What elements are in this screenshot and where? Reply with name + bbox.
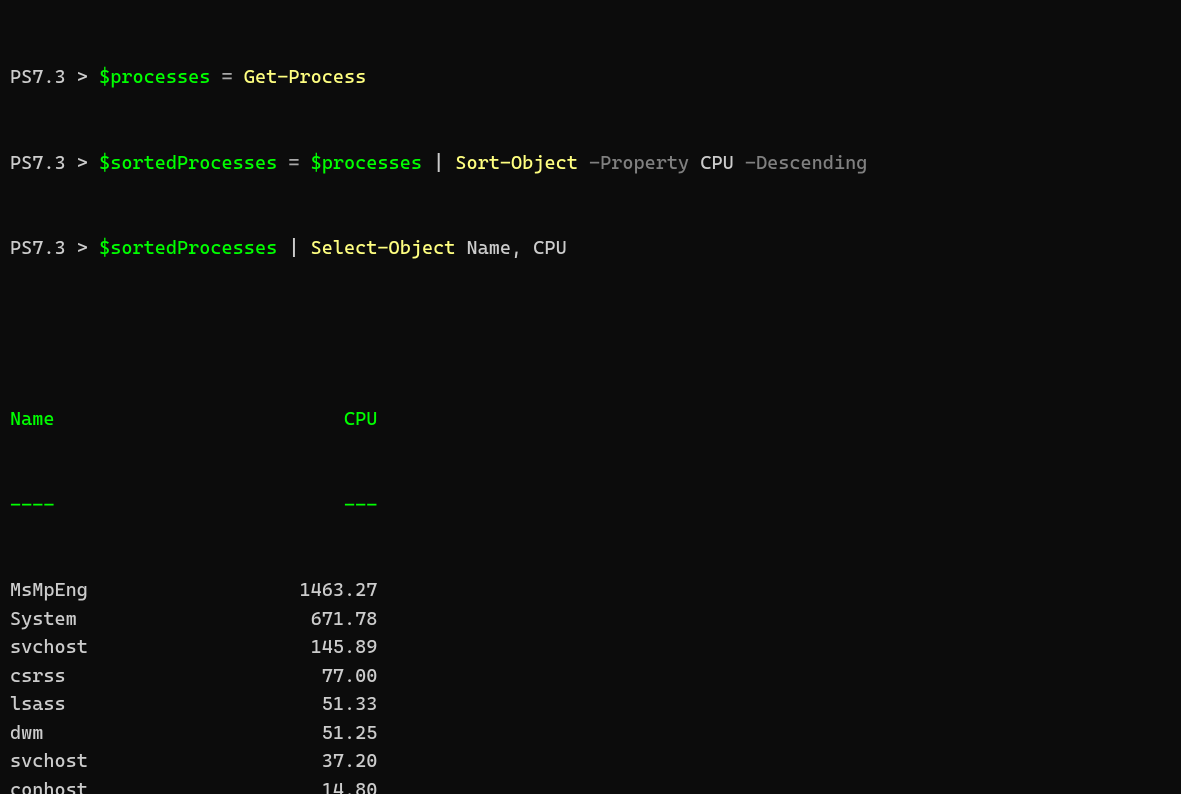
separator-cpu: --- — [255, 491, 377, 520]
table-row: MsMpEng1463.27 — [10, 576, 1171, 605]
cell-cpu: 77.00 — [255, 662, 377, 691]
cmdlet-get-process: Get-Process — [244, 66, 366, 88]
variable-sortedprocesses: $sortedProcesses — [99, 152, 277, 174]
table-separator: ------- — [10, 491, 1171, 520]
variable-sortedprocesses-ref: $sortedProcesses — [99, 237, 277, 259]
param-descending: -Descending — [745, 152, 867, 174]
prompt-angle: > — [77, 152, 88, 174]
cell-name: MsMpEng — [10, 576, 255, 605]
cmdlet-sort-object: Sort-Object — [455, 152, 577, 174]
variable-processes: $processes — [99, 66, 210, 88]
cell-cpu: 671.78 — [255, 605, 377, 634]
cell-name: csrss — [10, 662, 255, 691]
cell-cpu: 37.20 — [255, 747, 377, 776]
cell-cpu: 51.25 — [255, 719, 377, 748]
arg-cpu: CPU — [700, 152, 733, 174]
cell-name: conhost — [10, 776, 255, 794]
command-line-2: PS7.3 > $sortedProcesses = $processes | … — [10, 149, 1171, 178]
table-header: NameCPU — [10, 405, 1171, 434]
equals-operator: = — [288, 152, 299, 174]
command-line-3: PS7.3 > $sortedProcesses | Select-Object… — [10, 234, 1171, 263]
prompt-prefix: PS7.3 — [10, 66, 77, 88]
table-row: dwm51.25 — [10, 719, 1171, 748]
table-row: svchost37.20 — [10, 747, 1171, 776]
table-row: lsass51.33 — [10, 690, 1171, 719]
table-row: svchost145.89 — [10, 633, 1171, 662]
blank-line — [10, 320, 1171, 349]
prompt-prefix: PS7.3 — [10, 152, 77, 174]
table-row: System671.78 — [10, 605, 1171, 634]
pipe-operator: | — [433, 152, 444, 174]
arg-name-cpu: Name, CPU — [467, 237, 567, 259]
cell-cpu: 145.89 — [255, 633, 377, 662]
header-cpu: CPU — [255, 405, 377, 434]
cmdlet-select-object: Select-Object — [311, 237, 456, 259]
param-property: -Property — [589, 152, 689, 174]
prompt-angle: > — [77, 237, 88, 259]
cell-cpu: 51.33 — [255, 690, 377, 719]
prompt-angle: > — [77, 66, 88, 88]
pipe-operator: | — [288, 237, 299, 259]
table-row: conhost14.80 — [10, 776, 1171, 794]
cell-name: svchost — [10, 747, 255, 776]
cell-name: dwm — [10, 719, 255, 748]
command-line-1: PS7.3 > $processes = Get-Process — [10, 63, 1171, 92]
cell-cpu: 1463.27 — [255, 576, 377, 605]
variable-processes-ref: $processes — [311, 152, 422, 174]
cell-name: lsass — [10, 690, 255, 719]
table-body: MsMpEng1463.27System671.78svchost145.89c… — [10, 576, 1171, 794]
separator-name: ---- — [10, 491, 255, 520]
prompt-prefix: PS7.3 — [10, 237, 77, 259]
cell-cpu: 14.80 — [255, 776, 377, 794]
equals-operator: = — [222, 66, 233, 88]
table-row: csrss77.00 — [10, 662, 1171, 691]
cell-name: svchost — [10, 633, 255, 662]
cell-name: System — [10, 605, 255, 634]
terminal[interactable]: PS7.3 > $processes = Get-Process PS7.3 >… — [0, 0, 1181, 794]
header-name: Name — [10, 405, 255, 434]
